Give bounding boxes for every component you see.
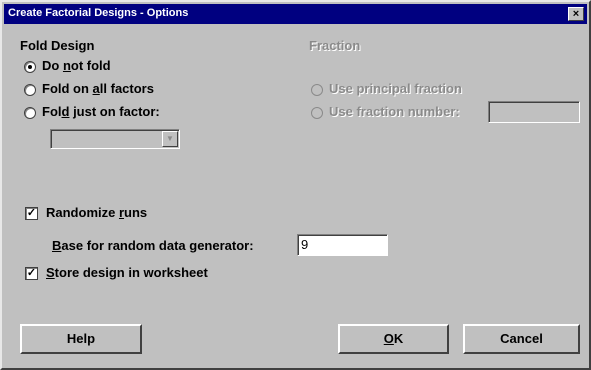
fold-design-title: Fold Design (20, 38, 95, 53)
randomize-runs-checkbox[interactable]: ✓ (25, 207, 38, 220)
do-not-fold-radio[interactable] (24, 61, 36, 73)
base-generator-label: Base for random data generator: (52, 238, 254, 253)
use-fraction-number-label[interactable]: Use fraction number: (329, 104, 460, 119)
checkmark-icon: ✓ (26, 267, 37, 279)
use-principal-fraction-radio[interactable] (311, 84, 323, 96)
combo-dropdown-button[interactable]: ▼ (162, 131, 178, 147)
window-title: Create Factorial Designs - Options (8, 7, 189, 19)
factor-select-value (51, 132, 54, 147)
options-dialog: Create Factorial Designs - Options × Fol… (0, 0, 591, 370)
close-button[interactable]: × (568, 7, 584, 21)
fold-just-on-factor-radio[interactable] (24, 107, 36, 119)
base-generator-value: 9 (301, 237, 309, 252)
store-design-label[interactable]: Store design in worksheet (46, 265, 208, 280)
factor-select[interactable]: ▼ (50, 129, 180, 149)
use-fraction-number-radio[interactable] (311, 107, 323, 119)
close-icon: × (572, 8, 580, 20)
randomize-runs-label[interactable]: Randomize runs (46, 205, 147, 220)
fraction-title: Fraction (309, 38, 361, 53)
chevron-down-icon: ▼ (166, 134, 174, 143)
fold-just-on-factor-label[interactable]: Fold just on factor: (42, 104, 160, 119)
do-not-fold-label[interactable]: Do not fold (42, 58, 111, 73)
fold-all-factors-label[interactable]: Fold on all factors (42, 81, 154, 96)
fraction-number-input[interactable] (488, 101, 580, 123)
ok-button[interactable]: OK (338, 324, 449, 354)
base-generator-input[interactable]: 9 (297, 234, 388, 256)
cancel-button[interactable]: Cancel (463, 324, 580, 354)
help-button[interactable]: Help (20, 324, 142, 354)
title-bar[interactable]: Create Factorial Designs - Options × (4, 4, 587, 24)
fraction-number-value (489, 104, 492, 119)
store-design-checkbox[interactable]: ✓ (25, 267, 38, 280)
checkmark-icon: ✓ (26, 207, 37, 219)
fold-all-factors-radio[interactable] (24, 84, 36, 96)
use-principal-fraction-label[interactable]: Use principal fraction (329, 81, 462, 96)
